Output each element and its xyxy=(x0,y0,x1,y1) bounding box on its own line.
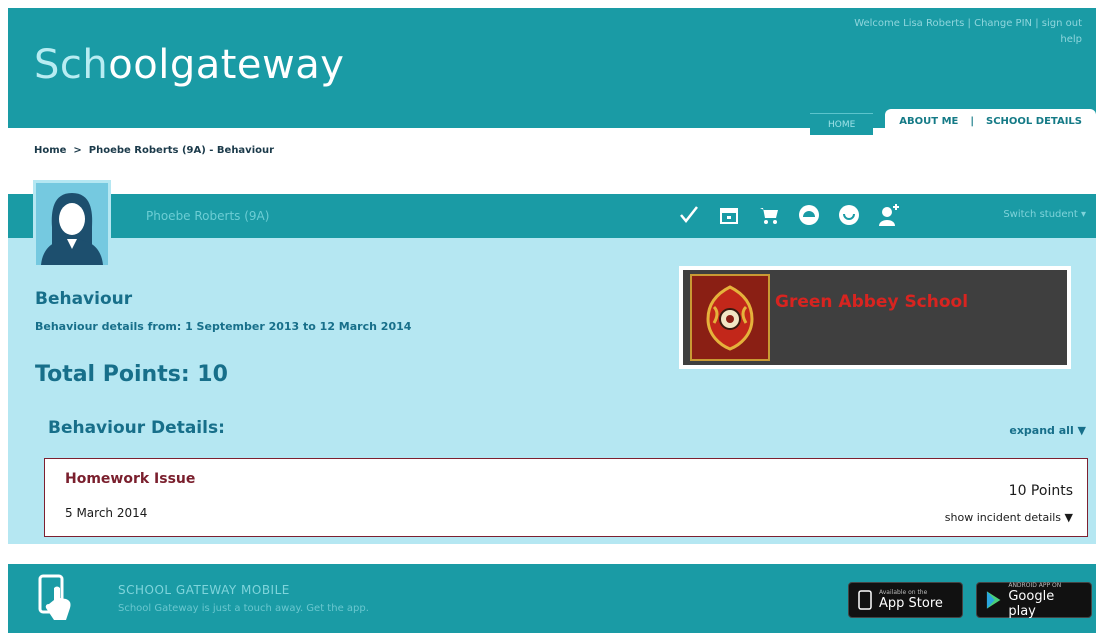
footer-subtitle: School Gateway is just a touch away. Get… xyxy=(118,603,369,614)
breadcrumb-arrow: > xyxy=(73,145,82,156)
tab-school-details[interactable]: SCHOOL DETAILS xyxy=(986,109,1082,135)
school-card: Green Abbey School xyxy=(679,266,1071,369)
expand-all-link[interactable]: expand all ▼ xyxy=(1009,424,1086,437)
calendar-icon[interactable] xyxy=(716,202,742,228)
behaviour-title: Behaviour xyxy=(35,289,133,309)
student-bar: Phoebe Roberts (9A) Switch student ▾ xyxy=(8,194,1096,238)
person-add-icon[interactable] xyxy=(876,202,902,228)
appstore-small-text: Available on the xyxy=(879,589,928,596)
play-triangle-icon xyxy=(986,591,1001,609)
school-banner: Green Abbey School xyxy=(683,270,1067,365)
total-points: Total Points: 10 xyxy=(35,362,228,387)
google-big-text: Google play xyxy=(1008,588,1055,619)
welcome-text: Welcome Lisa Roberts xyxy=(854,18,965,29)
incident-points: 10 Points xyxy=(1008,483,1073,499)
meal-icon[interactable] xyxy=(796,202,822,228)
logo-text-part: Sch xyxy=(34,42,109,88)
sign-out-link[interactable]: sign out xyxy=(1042,18,1082,29)
footer-title: SCHOOL GATEWAY MOBILE xyxy=(118,583,290,597)
behaviour-details-heading: Behaviour Details: xyxy=(48,418,225,438)
logo-text-part: o xyxy=(133,42,159,88)
behaviour-date-range: Behaviour details from: 1 September 2013… xyxy=(35,320,412,333)
phone-icon xyxy=(858,590,872,610)
google-small-text: ANDROID APP ON xyxy=(1008,581,1062,589)
account-links: Welcome Lisa Roberts | Change PIN | sign… xyxy=(854,18,1082,45)
incident-date: 5 March 2014 xyxy=(65,506,148,520)
change-pin-link[interactable]: Change PIN xyxy=(974,18,1032,29)
happy-icon[interactable] xyxy=(836,202,862,228)
incident-card: Homework Issue 5 March 2014 10 Points sh… xyxy=(44,458,1088,537)
student-icon-menu xyxy=(676,202,902,228)
main-nav-tabs: HOME ABOUT ME | SCHOOL DETAILS xyxy=(809,109,1096,135)
student-name: Phoebe Roberts (9A) xyxy=(146,209,270,223)
show-incident-details-link[interactable]: show incident details ▼ xyxy=(945,511,1073,524)
school-name: Green Abbey School xyxy=(775,292,969,312)
tab-separator: | xyxy=(970,116,975,127)
help-link[interactable]: help xyxy=(1060,34,1082,45)
incident-title: Homework Issue xyxy=(65,471,196,487)
google-play-button[interactable]: ANDROID APP ON Google play xyxy=(976,581,1092,619)
logo-text-part: o xyxy=(108,42,134,88)
site-header: Schoolgateway Welcome Lisa Roberts | Cha… xyxy=(8,8,1096,135)
tab-home[interactable]: HOME xyxy=(809,113,874,135)
tab-group-active: ABOUT ME | SCHOOL DETAILS xyxy=(885,109,1096,135)
school-crest-icon xyxy=(690,274,770,361)
mobile-app-footer: SCHOOL GATEWAY MOBILE School Gateway is … xyxy=(8,564,1096,633)
phone-touch-icon xyxy=(36,574,76,622)
breadcrumb: Home > Phoebe Roberts (9A) - Behaviour xyxy=(34,145,274,156)
breadcrumb-home[interactable]: Home xyxy=(34,145,66,156)
schoolgateway-logo[interactable]: Schoolgateway xyxy=(34,42,344,88)
breadcrumb-current: Phoebe Roberts (9A) - Behaviour xyxy=(88,145,275,156)
female-avatar-icon xyxy=(41,193,103,265)
appstore-big-text: App Store xyxy=(879,596,943,611)
check-icon[interactable] xyxy=(676,202,702,228)
cart-icon[interactable] xyxy=(756,202,782,228)
student-switcher[interactable]: Switch student ▾ xyxy=(1003,209,1086,220)
student-avatar xyxy=(33,180,111,268)
logo-text-part: lgateway xyxy=(158,42,345,88)
app-store-button[interactable]: Available on the App Store xyxy=(848,582,963,618)
tab-about-me[interactable]: ABOUT ME xyxy=(899,109,958,135)
